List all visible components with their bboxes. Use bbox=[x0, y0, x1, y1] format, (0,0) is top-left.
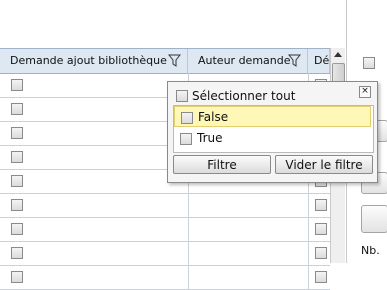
column-header-label: Demande ajout bibliothèque bbox=[10, 54, 167, 67]
table-cell bbox=[188, 193, 309, 217]
table-cell bbox=[0, 97, 189, 121]
select-all-option[interactable]: Sélectionner tout bbox=[176, 89, 295, 103]
table-row[interactable] bbox=[0, 193, 330, 218]
panel-checkbox[interactable] bbox=[363, 57, 375, 69]
table-cell bbox=[0, 265, 189, 289]
row-checkbox[interactable] bbox=[11, 271, 23, 283]
filter-option-true[interactable]: True bbox=[174, 128, 371, 149]
row-checkbox[interactable] bbox=[11, 103, 23, 115]
panel-label: Nb. bbox=[361, 244, 380, 257]
row-checkbox[interactable] bbox=[11, 79, 23, 91]
column-header-truncated[interactable]: Dé bbox=[308, 49, 330, 73]
table-cell bbox=[0, 121, 189, 145]
table-cell bbox=[188, 265, 309, 289]
grid-header: Demande ajout bibliothèque Auteur demand… bbox=[0, 48, 330, 74]
table-cell bbox=[0, 145, 189, 169]
row-checkbox[interactable] bbox=[11, 247, 23, 259]
filter-funnel-icon[interactable] bbox=[168, 54, 181, 67]
filter-option-label: True bbox=[197, 131, 223, 145]
select-all-label: Sélectionner tout bbox=[192, 89, 296, 103]
row-checkbox[interactable] bbox=[315, 247, 327, 259]
column-header-label: Dé bbox=[314, 54, 330, 67]
filter-option-checkbox[interactable] bbox=[180, 132, 192, 145]
filter-options-list: False True bbox=[173, 105, 374, 153]
row-checkbox[interactable] bbox=[315, 271, 327, 283]
column-header-demande-ajout[interactable]: Demande ajout bibliothèque bbox=[0, 49, 188, 73]
column-header-auteur-demande[interactable]: Auteur demande bbox=[188, 49, 308, 73]
filter-option-false[interactable]: False bbox=[174, 106, 371, 127]
clear-filter-button[interactable]: Vider le filtre bbox=[275, 155, 373, 174]
row-checkbox[interactable] bbox=[315, 223, 327, 235]
table-row[interactable] bbox=[0, 217, 330, 242]
row-checkbox[interactable] bbox=[11, 151, 23, 163]
table-row[interactable] bbox=[0, 265, 330, 290]
filter-popup: Sélectionner tout × False True Filtre Vi… bbox=[167, 81, 378, 183]
filter-option-checkbox[interactable] bbox=[181, 111, 193, 124]
table-cell bbox=[0, 73, 189, 97]
close-icon[interactable]: × bbox=[359, 86, 371, 98]
table-cell bbox=[188, 241, 309, 265]
column-header-label: Auteur demande bbox=[198, 54, 291, 67]
panel-button[interactable] bbox=[361, 205, 387, 233]
filter-button[interactable]: Filtre bbox=[173, 155, 271, 174]
row-checkbox[interactable] bbox=[11, 223, 23, 235]
select-all-checkbox[interactable] bbox=[176, 90, 188, 102]
table-cell bbox=[0, 241, 189, 265]
filter-funnel-icon[interactable] bbox=[288, 54, 301, 67]
table-row[interactable] bbox=[0, 241, 330, 266]
row-checkbox[interactable] bbox=[11, 199, 23, 211]
row-checkbox[interactable] bbox=[11, 127, 23, 139]
row-checkbox[interactable] bbox=[315, 199, 327, 211]
row-checkbox[interactable] bbox=[11, 175, 23, 187]
scroll-up-icon[interactable] bbox=[331, 48, 345, 61]
table-cell bbox=[0, 169, 189, 193]
table-cell bbox=[0, 193, 189, 217]
table-cell bbox=[188, 217, 309, 241]
filter-option-label: False bbox=[198, 110, 229, 124]
table-cell bbox=[0, 217, 189, 241]
